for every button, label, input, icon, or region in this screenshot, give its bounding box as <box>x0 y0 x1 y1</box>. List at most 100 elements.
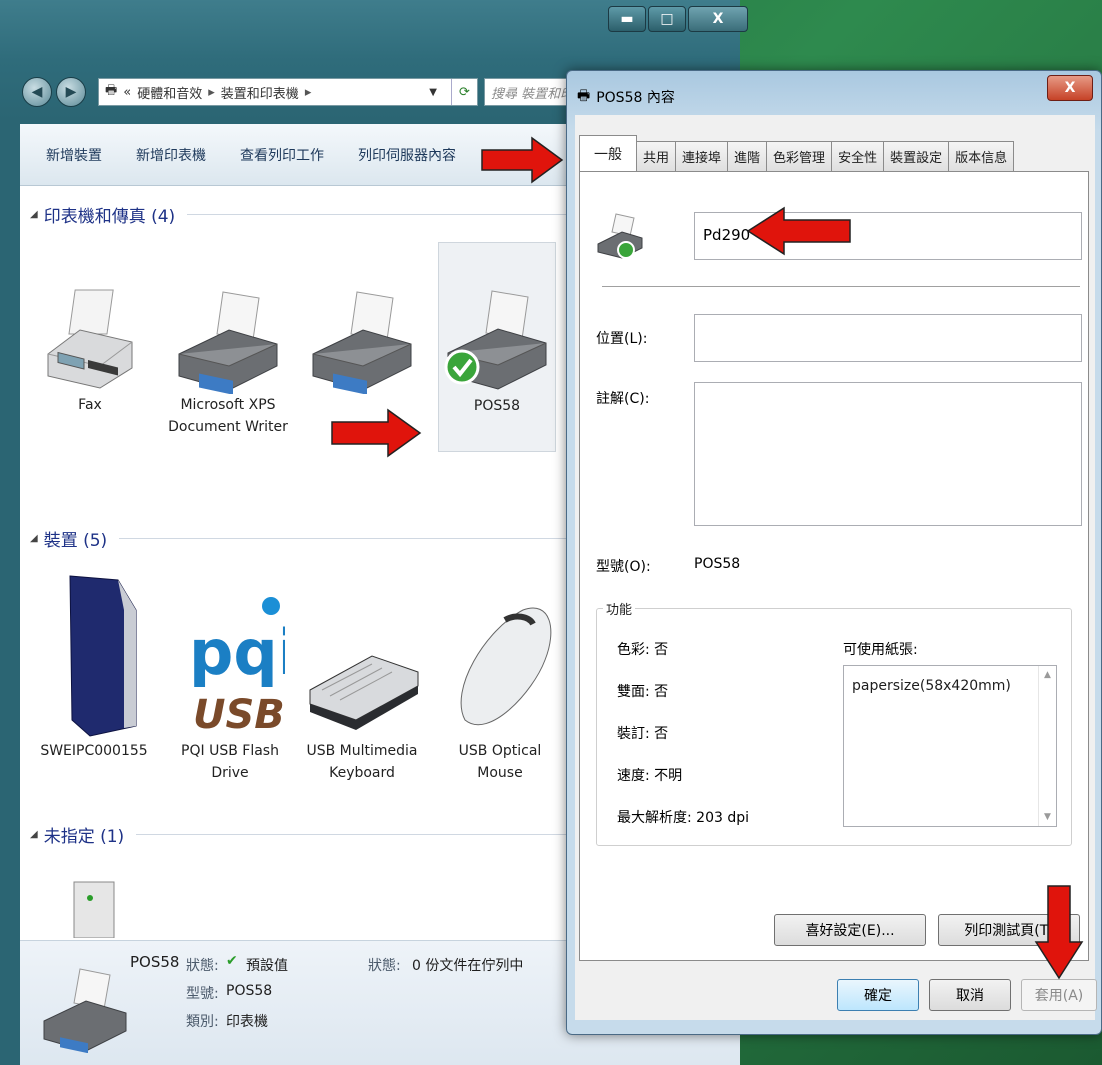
feature-max-resolution: 最大解析度: 203 dpi <box>617 810 750 826</box>
group-title: 裝置 (5) <box>43 531 108 551</box>
printer-microsoft-xps[interactable]: Microsoft XPS Document Writer <box>166 284 290 438</box>
dialog-close-button[interactable]: X <box>1047 75 1093 101</box>
device-sweipc000155[interactable]: SWEIPC000155 <box>34 570 154 762</box>
cancel-button[interactable]: 取消 <box>929 979 1011 1011</box>
divider <box>602 286 1080 287</box>
feature-color: 色彩: 否 <box>617 642 669 658</box>
fax-icon <box>47 289 133 389</box>
red-arrow-annotation-icon <box>1034 885 1084 980</box>
tab-security[interactable]: 安全性 <box>831 141 885 171</box>
back-button[interactable]: ◀ <box>22 77 52 107</box>
printer-icon <box>444 290 547 390</box>
collapse-triangle-icon[interactable]: ◢ <box>30 533 38 544</box>
tab-version-info[interactable]: 版本信息 <box>948 141 1015 171</box>
add-device-button[interactable]: 新增裝置 <box>46 145 102 165</box>
apply-button[interactable]: 套用(A) <box>1021 979 1097 1011</box>
details-category-label: 類別: <box>186 1014 219 1030</box>
printer-fax[interactable]: Fax <box>30 284 150 416</box>
default-check-icon: ✔ <box>226 953 238 969</box>
printer-icon <box>597 213 643 259</box>
general-tab-panel: Pd290 位置(L): 註解(C): 型號(O): POS58 功能 色彩: … <box>579 171 1089 961</box>
printer-folder-icon: 🖶 <box>105 83 118 98</box>
dialog-titlebar: 🖶 POS58 內容 <box>577 85 675 109</box>
details-queue-value: 0 份文件在佇列中 <box>412 958 524 974</box>
tab-sharing[interactable]: 共用 <box>636 141 677 171</box>
device-label: POS58 <box>473 398 521 414</box>
device-label: USB Optical Mouse <box>458 743 542 781</box>
location-input[interactable] <box>694 314 1082 362</box>
paper-list-scrollbar[interactable]: ▲ ▼ <box>1038 666 1056 826</box>
details-status-label: 狀態: <box>186 958 219 974</box>
scroll-down-icon[interactable]: ▼ <box>1039 812 1056 822</box>
device-label: SWEIPC000155 <box>40 743 148 759</box>
group-title: 印表機和傳真 (4) <box>43 207 176 227</box>
comment-input[interactable] <box>694 382 1082 526</box>
feature-duplex: 雙面: 否 <box>617 684 669 700</box>
paper-list-item[interactable]: papersize(58x420mm) <box>852 678 1011 694</box>
details-model-value: POS58 <box>226 983 273 999</box>
breadcrumb-hardware[interactable]: 硬體和音效 <box>137 83 202 102</box>
details-queue-label: 狀態: <box>368 958 401 974</box>
red-arrow-annotation-icon <box>746 206 851 256</box>
collapse-triangle-icon[interactable]: ◢ <box>30 209 38 220</box>
features-group: 功能 色彩: 否 雙面: 否 裝訂: 否 速度: 不明 最大解析度: 203 d… <box>596 599 1072 846</box>
tab-advanced[interactable]: 進階 <box>727 141 768 171</box>
breadcrumb-devices[interactable]: 装置和印表機 <box>221 83 299 102</box>
minimize-button[interactable]: ▬ <box>608 6 646 32</box>
tab-device-settings[interactable]: 裝置設定 <box>883 141 950 171</box>
model-value: POS58 <box>694 556 741 572</box>
divider <box>136 834 590 835</box>
paper-list[interactable]: papersize(58x420mm) ▲ ▼ <box>843 665 1057 827</box>
tab-strip: 一般 共用 連接埠 進階 色彩管理 安全性 裝置設定 版本信息 <box>579 135 1015 171</box>
preferences-button[interactable]: 喜好設定(E)... <box>774 914 926 946</box>
printer-unnamed[interactable] <box>302 284 422 394</box>
collapse-triangle-icon[interactable]: ◢ <box>30 829 38 840</box>
add-printer-button[interactable]: 新增印表機 <box>136 145 206 165</box>
forward-button[interactable]: ▶ <box>56 77 86 107</box>
back-arrow-icon: ◀ <box>31 84 43 100</box>
forward-arrow-icon: ▶ <box>65 84 77 100</box>
printer-icon <box>178 291 278 394</box>
divider <box>119 538 590 539</box>
feature-speed: 速度: 不明 <box>617 768 683 784</box>
print-server-properties-button[interactable]: 列印伺服器內容 <box>358 145 456 165</box>
printer-icon <box>312 291 412 394</box>
close-button[interactable]: X <box>688 6 748 32</box>
address-dropdown-icon[interactable]: ▼ <box>429 87 445 98</box>
ok-button[interactable]: 確定 <box>837 979 919 1011</box>
see-print-jobs-button[interactable]: 查看列印工作 <box>240 145 324 165</box>
device-label: PQI USB Flash Drive <box>181 743 279 781</box>
device-usb-mouse[interactable]: USB Optical Mouse <box>440 570 560 784</box>
details-device-name: POS58 <box>130 953 180 971</box>
feature-staple: 裝訂: 否 <box>617 726 669 742</box>
paper-label: 可使用紙張: <box>843 642 918 658</box>
breadcrumb-separator-icon[interactable]: ▸ <box>305 85 312 100</box>
pqi-usb-logo-icon: pqi USB <box>189 597 285 738</box>
default-check-icon <box>444 349 480 385</box>
breadcrumb-separator-icon[interactable]: ▸ <box>208 85 215 100</box>
red-arrow-annotation-icon <box>331 408 422 458</box>
details-status-value: 預設值 <box>246 958 288 974</box>
device-label: Microsoft XPS Document Writer <box>168 397 288 435</box>
address-bar[interactable]: 🖶 « 硬體和音效 ▸ 装置和印表機 ▸ ▼ ⟳ <box>98 78 478 106</box>
printer-small-icon: 🖶 <box>577 88 591 104</box>
device-unspecified[interactable] <box>50 876 130 938</box>
details-model-label: 型號: <box>186 986 219 1002</box>
maximize-button[interactable]: □ <box>648 6 686 32</box>
group-header-devices[interactable]: ◢ 裝置 (5) <box>30 526 590 551</box>
device-pqi-usb[interactable]: pqi USB PQI USB Flash Drive <box>170 570 290 784</box>
scroll-up-icon[interactable]: ▲ <box>1039 670 1056 680</box>
group-header-printers[interactable]: ◢ 印表機和傳真 (4) <box>30 202 590 227</box>
printer-pos58[interactable]: POS58 <box>438 242 556 452</box>
refresh-icon[interactable]: ⟳ <box>451 79 477 105</box>
group-header-unspecified[interactable]: ◢ 未指定 (1) <box>30 822 590 847</box>
keyboard-icon <box>309 655 419 730</box>
tab-color-management[interactable]: 色彩管理 <box>766 141 833 171</box>
tab-general[interactable]: 一般 <box>579 135 637 171</box>
tab-ports[interactable]: 連接埠 <box>675 141 729 171</box>
group-title: 未指定 (1) <box>43 827 125 847</box>
device-usb-keyboard[interactable]: USB Multimedia Keyboard <box>302 570 422 784</box>
breadcrumb-overflow[interactable]: « <box>123 85 131 100</box>
divider <box>187 214 590 215</box>
generic-device-icon <box>73 881 115 938</box>
